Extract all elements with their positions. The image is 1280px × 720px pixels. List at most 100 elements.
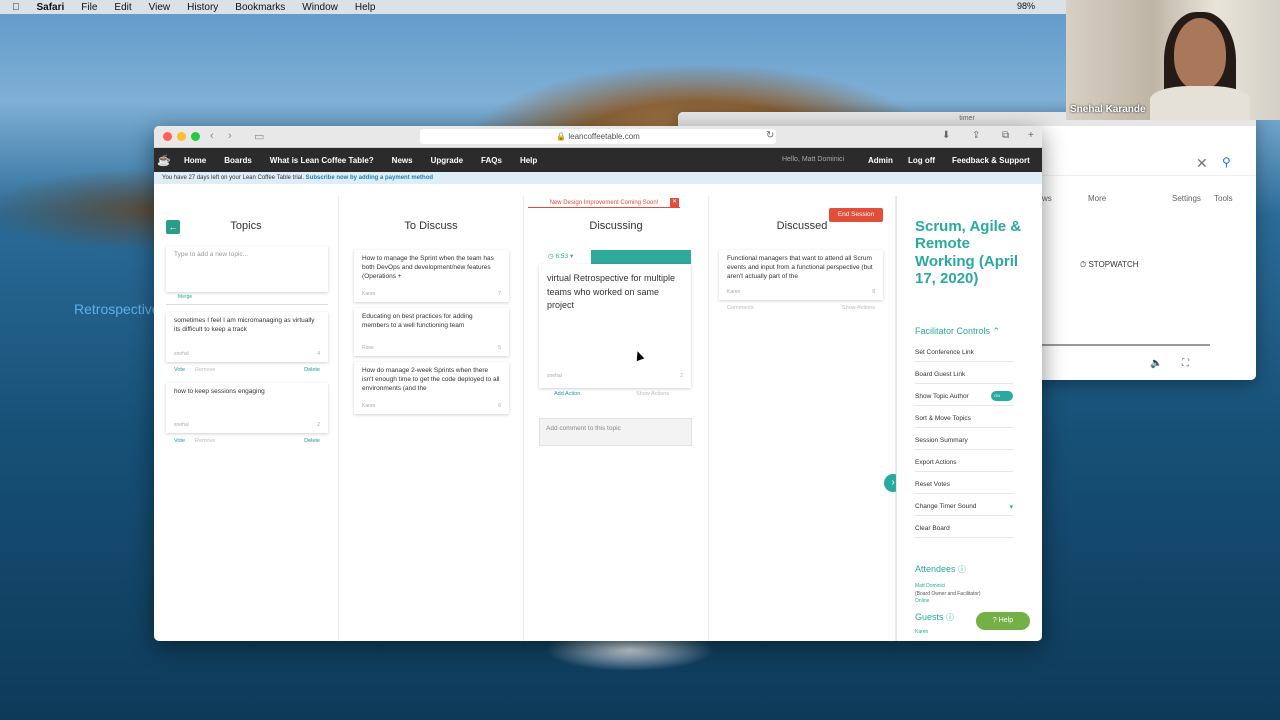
delete-button[interactable]: Delete: [304, 367, 320, 374]
toggle-label: ON: [994, 393, 1000, 398]
info-icon[interactable]: ⓘ: [958, 565, 966, 574]
nav-faqs[interactable]: FAQs: [481, 156, 502, 165]
facilitator-controls-header[interactable]: Facilitator Controls ⌃: [915, 326, 1000, 337]
control-export-actions[interactable]: Export Actions: [915, 459, 1013, 472]
lean-coffee-board: ← Topics Type to add a new topic... Merg…: [154, 196, 1042, 641]
safari-window[interactable]: ‹ › ▭ 🔒 leancoffeetable.com ↻ ⬇ ⇪ ⧉ + ☕ …: [154, 126, 1042, 641]
help-button[interactable]: ? Help: [976, 612, 1030, 630]
nav-admin[interactable]: Admin: [868, 156, 893, 165]
speaker-icon[interactable]: 🔈: [1150, 358, 1162, 369]
control-change-timer-sound[interactable]: Change Timer Sound ▾: [915, 503, 1013, 516]
forward-arrow-icon[interactable]: ›: [228, 130, 232, 142]
nav-upgrade[interactable]: Upgrade: [431, 156, 463, 165]
menu-bookmarks[interactable]: Bookmarks: [235, 2, 285, 13]
menu-history[interactable]: History: [187, 2, 218, 13]
topic-vote-count: 2: [317, 422, 320, 429]
control-sort-move-topics[interactable]: Sort & Move Topics: [915, 415, 1013, 428]
attendees-header[interactable]: Attendees ⓘ: [915, 564, 966, 575]
control-reset-votes[interactable]: Reset Votes: [915, 481, 1013, 494]
tabs-icon[interactable]: ⧉: [1002, 130, 1009, 141]
nav-what-is[interactable]: What is Lean Coffee Table?: [270, 156, 374, 165]
comments-button[interactable]: Comments: [727, 305, 754, 312]
control-clear-board[interactable]: Clear Board: [915, 525, 1013, 538]
battery-indicator[interactable]: 98%: [1017, 1, 1035, 11]
end-session-button[interactable]: End Session: [829, 208, 883, 222]
vote-button[interactable]: Vote: [174, 367, 185, 374]
card-vote-count: 8: [872, 289, 875, 296]
guests-header[interactable]: Guests ⓘ: [915, 612, 954, 623]
apple-icon[interactable]: : [12, 2, 20, 13]
control-session-summary[interactable]: Session Summary: [915, 437, 1013, 450]
timer-text: 6:53: [555, 253, 569, 260]
to-discuss-column: To Discuss How to manage the Sprint when…: [339, 196, 524, 641]
show-actions-button[interactable]: Show Actions: [636, 391, 669, 397]
nav-feedback[interactable]: Feedback & Support: [952, 156, 1030, 165]
show-actions-button[interactable]: Show Actions: [842, 305, 875, 312]
control-set-conference-link[interactable]: Set Conference Link: [915, 349, 1013, 362]
delete-button[interactable]: Delete: [304, 438, 320, 445]
sidebar-icon[interactable]: ▭: [254, 130, 264, 143]
tab-ws[interactable]: ws: [1042, 194, 1052, 203]
to-discuss-header: To Discuss: [404, 220, 458, 232]
new-tab-icon[interactable]: +: [1028, 130, 1034, 141]
topic-card[interactable]: sometimes I feel I am micromanaging as v…: [166, 312, 328, 373]
vote-button[interactable]: Vote: [174, 438, 185, 445]
to-discuss-card[interactable]: How to manage the Sprint when the team h…: [354, 250, 509, 302]
timer-value[interactable]: ◷ 6:53 ▾: [539, 250, 591, 264]
menu-help[interactable]: Help: [355, 2, 376, 13]
to-discuss-card[interactable]: How do manage 2-week Sprints when there …: [354, 362, 509, 414]
back-arrow-icon[interactable]: ‹: [210, 130, 214, 142]
subscribe-link[interactable]: Subscribe now by adding a payment method: [306, 175, 433, 181]
tab-tools[interactable]: Tools: [1214, 194, 1233, 203]
nav-logoff[interactable]: Log off: [908, 156, 935, 165]
banner-close-icon[interactable]: ✕: [670, 198, 679, 207]
tab-more[interactable]: More: [1088, 194, 1106, 203]
share-icon[interactable]: ⇪: [972, 130, 980, 141]
card-author: Karen: [362, 403, 376, 410]
nav-news[interactable]: News: [392, 156, 413, 165]
menu-view[interactable]: View: [149, 2, 171, 13]
reload-icon[interactable]: ↻: [766, 130, 774, 141]
help-button-label: Help: [998, 617, 1014, 624]
trial-text: You have 27 days left on your Lean Coffe…: [162, 175, 304, 181]
to-discuss-card[interactable]: Educating on best practices for adding m…: [354, 308, 509, 356]
show-topic-author-toggle[interactable]: ON: [991, 391, 1013, 401]
design-banner[interactable]: New Design Improvement Coming Soon!: [528, 198, 680, 208]
topic-card[interactable]: how to keep sessions engaging snehal 2 V…: [166, 383, 328, 444]
remove-button[interactable]: Remove: [195, 367, 215, 374]
show-topic-author-label: Show Topic Author: [915, 393, 969, 400]
menu-window[interactable]: Window: [302, 2, 338, 13]
coffee-logo-icon[interactable]: ☕: [154, 148, 174, 172]
nav-help[interactable]: Help: [520, 156, 537, 165]
control-board-guest-link[interactable]: Board Guest Link: [915, 371, 1013, 384]
control-show-topic-author[interactable]: Show Topic Author ON: [915, 391, 1013, 406]
info-icon[interactable]: ⓘ: [946, 613, 954, 622]
close-icon[interactable]: ✕: [1196, 155, 1208, 172]
menu-file[interactable]: File: [81, 2, 97, 13]
discussing-card[interactable]: virtual Retrospective for multiple teams…: [539, 264, 691, 388]
discussion-timer[interactable]: ◷ 6:53 ▾: [539, 250, 691, 264]
comment-input[interactable]: Add comment to this topic: [539, 418, 692, 446]
nav-home[interactable]: Home: [184, 156, 206, 165]
tab-settings[interactable]: Settings: [1172, 194, 1201, 203]
minimize-window-button[interactable]: [177, 132, 186, 141]
download-icon[interactable]: ⬇: [942, 130, 950, 141]
search-icon[interactable]: ⚲: [1222, 155, 1231, 169]
discussing-text: virtual Retrospective for multiple teams…: [547, 273, 676, 310]
fullscreen-icon[interactable]: ⛶: [1182, 358, 1189, 369]
stopwatch-tab[interactable]: ⏱ STOPWATCH: [1080, 260, 1139, 270]
menu-edit[interactable]: Edit: [114, 2, 131, 13]
safari-toolbar: ‹ › ▭ 🔒 leancoffeetable.com ↻ ⬇ ⇪ ⧉ +: [154, 126, 1042, 148]
new-topic-input[interactable]: Type to add a new topic...: [166, 246, 328, 292]
remove-button[interactable]: Remove: [195, 438, 215, 445]
address-bar[interactable]: 🔒 leancoffeetable.com: [420, 129, 776, 144]
zoom-window-button[interactable]: [191, 132, 200, 141]
discussed-card[interactable]: Functional managers that want to attend …: [719, 250, 883, 311]
menu-app-name[interactable]: Safari: [37, 2, 65, 13]
discussing-author: snehal: [547, 372, 562, 379]
close-window-button[interactable]: [163, 132, 172, 141]
nav-boards[interactable]: Boards: [224, 156, 252, 165]
merge-link[interactable]: Merge: [178, 294, 192, 300]
add-action-button[interactable]: Add Action: [554, 391, 580, 397]
topics-column: Topics Type to add a new topic... Merge …: [154, 196, 339, 641]
